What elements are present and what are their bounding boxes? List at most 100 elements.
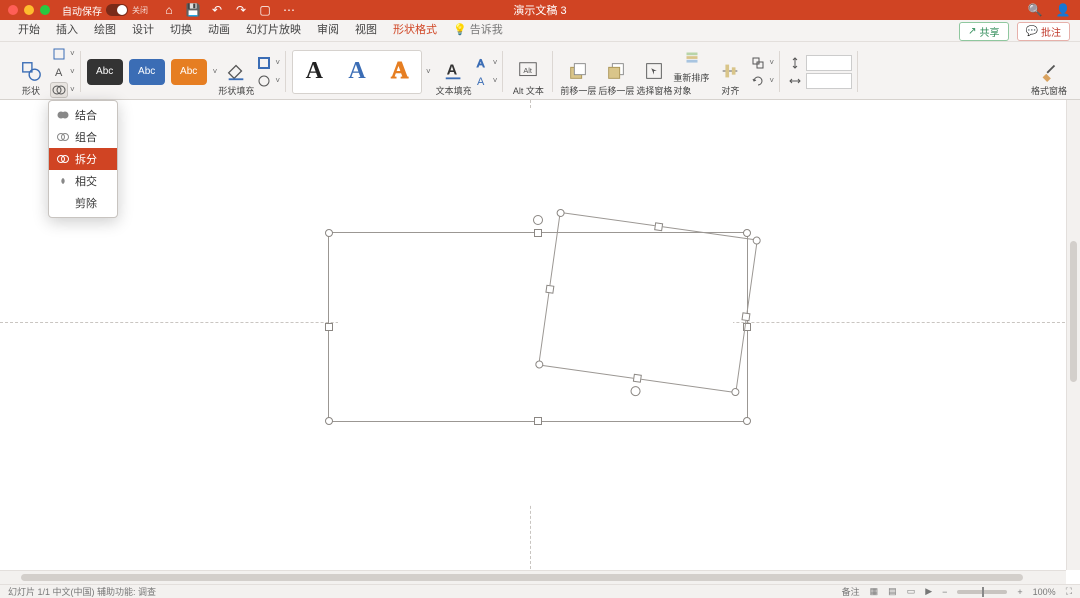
wordart-style-3[interactable]: A	[391, 58, 408, 85]
tab-animations[interactable]: 动画	[200, 18, 238, 41]
tab-draw[interactable]: 绘图	[86, 18, 124, 41]
wordart-style-2[interactable]: A	[348, 58, 365, 85]
slide-canvas[interactable]	[0, 100, 1080, 584]
tab-slideshow[interactable]: 幻灯片放映	[238, 18, 309, 41]
chevron-down-icon[interactable]: ˅	[426, 67, 431, 76]
zoom-out-button[interactable]: −	[942, 587, 947, 597]
selection-pane-button[interactable]: 选择窗格	[635, 47, 673, 97]
resize-handle-se[interactable]	[743, 417, 751, 425]
notes-button[interactable]: 备注	[842, 585, 860, 598]
resize-handle-w[interactable]	[545, 284, 554, 293]
view-slideshow-icon[interactable]: ▶	[925, 586, 932, 597]
tell-me-search[interactable]: 💡 告诉我	[445, 18, 511, 41]
maximize-window-button[interactable]	[40, 5, 50, 15]
tab-home[interactable]: 开始	[10, 18, 48, 41]
redo-icon[interactable]: ↷	[234, 3, 248, 17]
chevron-down-icon[interactable]: ˅	[769, 76, 774, 85]
selection-box-inner[interactable]	[538, 212, 758, 393]
align-button[interactable]: 对齐	[711, 47, 749, 97]
shape-effects-icon[interactable]	[255, 73, 273, 89]
chevron-down-icon[interactable]: ˅	[70, 67, 75, 76]
wordart-gallery[interactable]: A A A	[292, 50, 422, 94]
autosave-switch[interactable]	[106, 4, 128, 16]
insert-shape-button[interactable]: 形状	[12, 47, 50, 97]
resize-handle-ne[interactable]	[743, 229, 751, 237]
reorder-button[interactable]: 重新排序对象	[673, 47, 711, 97]
alt-text-button[interactable]: Alt Alt 文本	[509, 47, 547, 97]
resize-handle-e[interactable]	[742, 312, 751, 321]
text-fill-button[interactable]: A 文本填充	[435, 47, 473, 97]
account-icon[interactable]: 👤	[1056, 3, 1070, 17]
tab-view[interactable]: 视图	[347, 18, 385, 41]
shape-style-dark[interactable]: Abc	[87, 59, 123, 85]
group-icon[interactable]	[749, 55, 767, 71]
resize-handle-n[interactable]	[654, 222, 663, 231]
rotate-handle[interactable]	[533, 215, 543, 225]
tab-transitions[interactable]: 切换	[162, 18, 200, 41]
minimize-window-button[interactable]	[24, 5, 34, 15]
height-input[interactable]	[806, 55, 852, 71]
text-outline-icon[interactable]: A	[473, 55, 491, 71]
zoom-in-button[interactable]: +	[1017, 587, 1022, 597]
chevron-down-icon[interactable]: ˅	[275, 76, 280, 85]
more-icon[interactable]: ⋯	[282, 3, 296, 17]
chevron-down-icon[interactable]: ˅	[769, 58, 774, 67]
resize-handle-n[interactable]	[534, 229, 542, 237]
merge-fragment-item[interactable]: 拆分	[49, 148, 117, 170]
view-sorter-icon[interactable]: ▤	[888, 586, 897, 597]
scroll-thumb[interactable]	[1070, 241, 1077, 382]
text-box-icon[interactable]: A	[50, 64, 68, 80]
search-icon[interactable]: 🔍	[1028, 3, 1042, 17]
resize-handle-ne[interactable]	[752, 236, 761, 245]
zoom-level[interactable]: 100%	[1033, 587, 1056, 597]
view-reading-icon[interactable]: ▭	[907, 586, 916, 597]
merge-union-item[interactable]: 结合	[49, 104, 117, 126]
wordart-style-1[interactable]: A	[306, 58, 323, 85]
share-button[interactable]: ↗ 共享	[959, 22, 1008, 41]
merge-subtract-item[interactable]: 剪除	[49, 192, 117, 214]
chevron-down-icon[interactable]: ˅	[275, 58, 280, 67]
save-icon[interactable]: 💾	[186, 3, 200, 17]
horizontal-scrollbar[interactable]	[0, 570, 1066, 584]
home-icon[interactable]: ⌂	[162, 3, 176, 17]
tab-insert[interactable]: 插入	[48, 18, 86, 41]
edit-shape-icon[interactable]	[50, 46, 68, 62]
tab-review[interactable]: 审阅	[309, 18, 347, 41]
merge-shapes-icon[interactable]	[50, 82, 68, 98]
view-normal-icon[interactable]: ▦	[870, 586, 879, 597]
shape-style-orange[interactable]: Abc	[171, 59, 207, 85]
resize-handle-nw[interactable]	[325, 229, 333, 237]
chevron-down-icon[interactable]: ˅	[493, 76, 498, 85]
chevron-down-icon[interactable]: ˅	[70, 85, 75, 94]
shape-style-gallery[interactable]: Abc Abc Abc ˅	[87, 59, 218, 85]
merge-intersect-item[interactable]: 相交	[49, 170, 117, 192]
text-effects-icon[interactable]: A	[473, 73, 491, 89]
resize-handle-nw[interactable]	[556, 208, 565, 217]
shape-outline-icon[interactable]	[255, 55, 273, 71]
zoom-slider[interactable]	[957, 590, 1007, 594]
shape-style-blue[interactable]: Abc	[129, 59, 165, 85]
fit-to-window-icon[interactable]: ⛶	[1066, 586, 1072, 597]
chevron-down-icon[interactable]: ˅	[70, 49, 75, 58]
format-pane-button[interactable]: 格式窗格	[1030, 47, 1068, 97]
autosave-toggle[interactable]: 自动保存 关闭	[62, 3, 148, 18]
vertical-scrollbar[interactable]	[1066, 100, 1080, 570]
resize-handle-s[interactable]	[633, 374, 642, 383]
tab-design[interactable]: 设计	[124, 18, 162, 41]
close-window-button[interactable]	[8, 5, 18, 15]
undo-icon[interactable]: ↶	[210, 3, 224, 17]
tab-shape-format[interactable]: 形状格式	[385, 18, 445, 41]
width-input[interactable]	[806, 73, 852, 89]
present-icon[interactable]: ▢	[258, 3, 272, 17]
merge-combine-item[interactable]: 组合	[49, 126, 117, 148]
resize-handle-s[interactable]	[534, 417, 542, 425]
resize-handle-sw[interactable]	[325, 417, 333, 425]
resize-handle-w[interactable]	[325, 323, 333, 331]
send-backward-button[interactable]: 后移一层	[597, 47, 635, 97]
shape-fill-button[interactable]: 形状填充	[217, 47, 255, 97]
rotate-icon[interactable]	[749, 73, 767, 89]
bring-forward-button[interactable]: 前移一层	[559, 47, 597, 97]
scroll-thumb[interactable]	[21, 574, 1023, 581]
chevron-down-icon[interactable]: ˅	[493, 58, 498, 67]
comments-button[interactable]: 💬 批注	[1017, 22, 1070, 41]
